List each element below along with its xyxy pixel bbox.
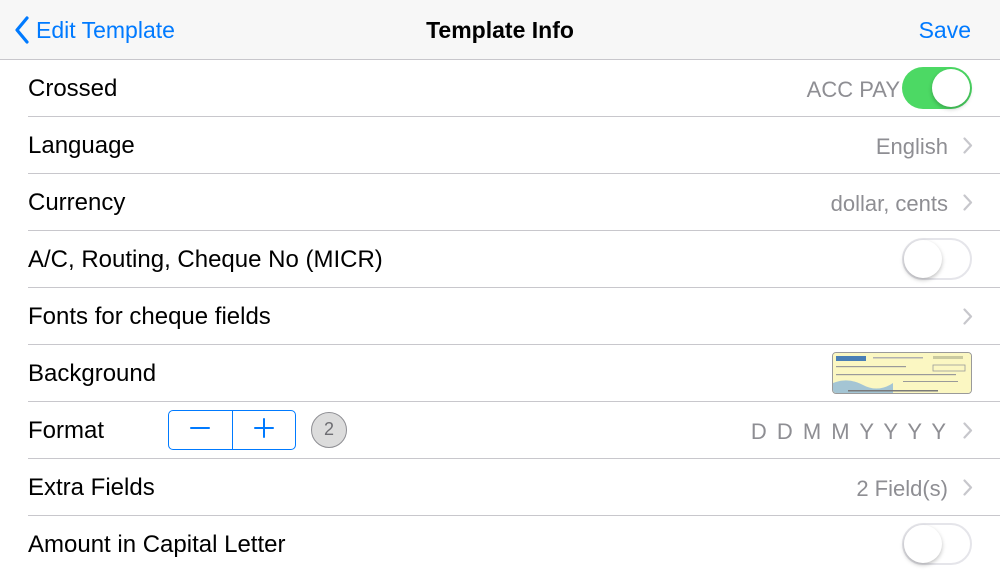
row-label-amount-capital: Amount in Capital Letter — [28, 531, 286, 558]
row-label-micr: A/C, Routing, Cheque No (MICR) — [28, 246, 383, 273]
toggle-knob — [904, 240, 942, 278]
extra-fields-value: 2 Field(s) — [856, 476, 948, 501]
row-format[interactable]: Format 2 D D M M Y Y Y Y — [0, 402, 1000, 459]
format-count-badge: 2 — [311, 412, 347, 448]
row-label-fonts: Fonts for cheque fields — [28, 303, 271, 330]
chevron-right-icon — [963, 308, 973, 330]
navigation-bar: Edit Template Template Info Save — [0, 0, 1000, 60]
chevron-right-icon — [963, 422, 973, 444]
save-button[interactable]: Save — [919, 0, 971, 60]
background-thumbnail[interactable] — [832, 352, 972, 394]
row-background[interactable]: Background — [0, 345, 1000, 402]
row-label-extra-fields: Extra Fields — [28, 474, 155, 501]
row-label-language: Language — [28, 132, 135, 159]
row-label-currency: Currency — [28, 189, 126, 216]
row-currency[interactable]: Currency dollar, cents — [0, 174, 1000, 231]
chevron-right-icon — [963, 194, 973, 216]
currency-value: dollar, cents — [830, 191, 948, 216]
toggle-knob — [932, 69, 970, 107]
stepper-minus-button[interactable] — [169, 411, 233, 449]
stepper-plus-button[interactable] — [233, 411, 296, 449]
row-fonts[interactable]: Fonts for cheque fields — [0, 288, 1000, 345]
micr-toggle[interactable] — [902, 238, 972, 280]
chevron-right-icon — [963, 137, 973, 159]
row-label-crossed: Crossed — [28, 75, 118, 102]
chevron-right-icon — [963, 479, 973, 501]
row-label-background: Background — [28, 360, 157, 387]
chevron-left-icon — [14, 16, 30, 44]
settings-list: Crossed ACC PAY Language English Currenc… — [0, 60, 1000, 573]
language-value: English — [875, 134, 948, 159]
plus-icon — [253, 415, 275, 445]
row-label-format: Format — [28, 417, 105, 444]
minus-icon — [189, 415, 211, 445]
row-language[interactable]: Language English — [0, 117, 1000, 174]
crossed-value: ACC PAY — [806, 77, 900, 102]
toggle-knob — [904, 525, 942, 563]
back-button[interactable]: Edit Template — [14, 14, 175, 46]
row-micr: A/C, Routing, Cheque No (MICR) — [0, 231, 1000, 288]
row-extra-fields[interactable]: Extra Fields 2 Field(s) — [0, 459, 1000, 516]
back-button-label: Edit Template — [36, 16, 175, 43]
row-crossed: Crossed ACC PAY — [0, 60, 1000, 117]
format-value: D D M M Y Y Y Y — [750, 419, 948, 444]
row-amount-capital: Amount in Capital Letter — [0, 516, 1000, 573]
amount-capital-toggle[interactable] — [902, 523, 972, 565]
format-stepper[interactable] — [168, 410, 296, 450]
crossed-toggle[interactable] — [902, 67, 972, 109]
